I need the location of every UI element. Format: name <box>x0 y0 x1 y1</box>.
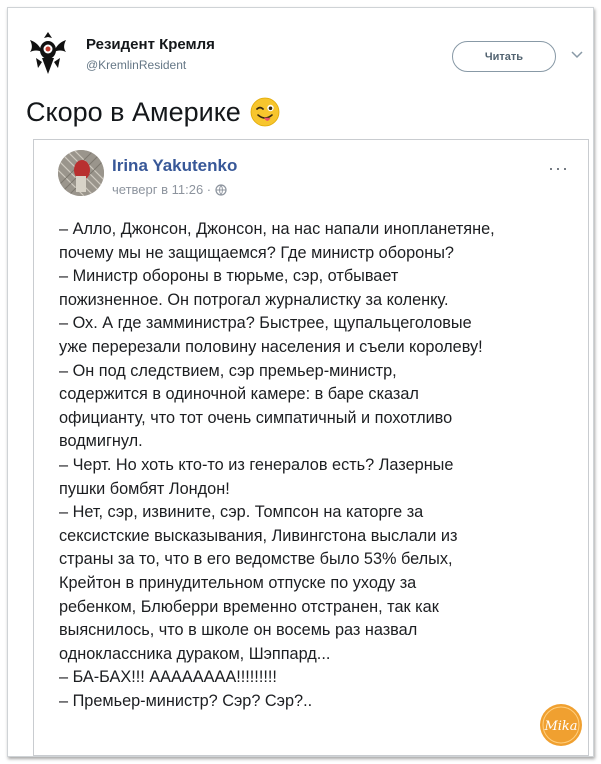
post-line: содержится в одиночной камере: в баре ск… <box>59 385 419 404</box>
post-line: официанту, что тот очень симпатичный и п… <box>59 408 453 427</box>
chevron-down-icon[interactable] <box>569 47 585 63</box>
mika-watermark-logo: Mika <box>540 704 582 746</box>
post-line: одноклассника дураком, Шэппард... <box>59 644 331 663</box>
tweet-header: Резидент Кремля @KremlinResident Читать <box>26 28 586 88</box>
post-line: страны за то, что в его ведомстве было 5… <box>59 550 453 569</box>
post-line: уже перерезали половину населения и съел… <box>59 337 483 356</box>
tweet-card: Резидент Кремля @KremlinResident Читать … <box>7 7 594 757</box>
kremlin-avatar[interactable] <box>26 28 70 76</box>
post-line: водмигнул. <box>59 432 143 451</box>
post-line: – Алло, Джонсон, Джонсон, на нас напали … <box>59 220 495 238</box>
post-line: – Он под следствием, сэр премьер-министр… <box>59 361 397 380</box>
post-line: – Нет, сэр, извините, сэр. Томпсон на ка… <box>59 503 424 522</box>
post-meta: четверг в 11:26 · <box>112 182 227 197</box>
post-body: – Алло, Джонсон, Джонсон, на нас напали … <box>59 218 574 713</box>
post-line: выяснилось, что в школе он восемь раз на… <box>59 621 418 640</box>
post-author-avatar[interactable] <box>58 150 104 196</box>
post-line: – Ох. А где замминистра? Быстрее, щупаль… <box>59 314 472 333</box>
post-line: сексистские высказывания, Ливингстона вы… <box>59 526 458 545</box>
tweet-author-handle[interactable]: @KremlinResident <box>86 58 186 72</box>
winking-face-with-tongue-icon <box>250 97 280 127</box>
post-line: пожизненное. Он потрогал журналистку за … <box>59 290 449 309</box>
more-options-icon[interactable]: ··· <box>548 158 569 179</box>
post-time[interactable]: четверг в 11:26 · <box>112 182 211 197</box>
post-line: пушки бомбят Лондон! <box>59 479 230 498</box>
post-line: – Министр обороны в тюрьме, сэр, отбывае… <box>59 267 399 286</box>
follow-button[interactable]: Читать <box>452 41 556 72</box>
tweet-author-name[interactable]: Резидент Кремля <box>86 36 215 53</box>
post-line: – БА-БАХ!!! АААААААА!!!!!!!!! <box>59 668 277 687</box>
post-line: Крейтон в принудительном отпуске по уход… <box>59 573 417 592</box>
post-line: почему мы не защищаемся? Где министр обо… <box>59 243 454 262</box>
svg-text:Mika: Mika <box>543 719 577 734</box>
post-line: – Премьер-министр? Сэр? Сэр?.. <box>59 691 313 710</box>
embedded-facebook-post: Irina Yakutenko четверг в 11:26 · ··· – … <box>33 139 589 756</box>
post-line: – Черт. Но хоть кто-то из генералов есть… <box>59 455 454 474</box>
tweet-text: Скоро в Америке <box>26 96 241 127</box>
eagle-icon <box>30 32 66 74</box>
tweet-text-row: Скоро в Америке <box>26 96 281 128</box>
post-line: ребенком, Блюберри временно отстранен, т… <box>59 597 439 616</box>
globe-icon <box>215 183 227 196</box>
post-author-name[interactable]: Irina Yakutenko <box>112 156 237 176</box>
